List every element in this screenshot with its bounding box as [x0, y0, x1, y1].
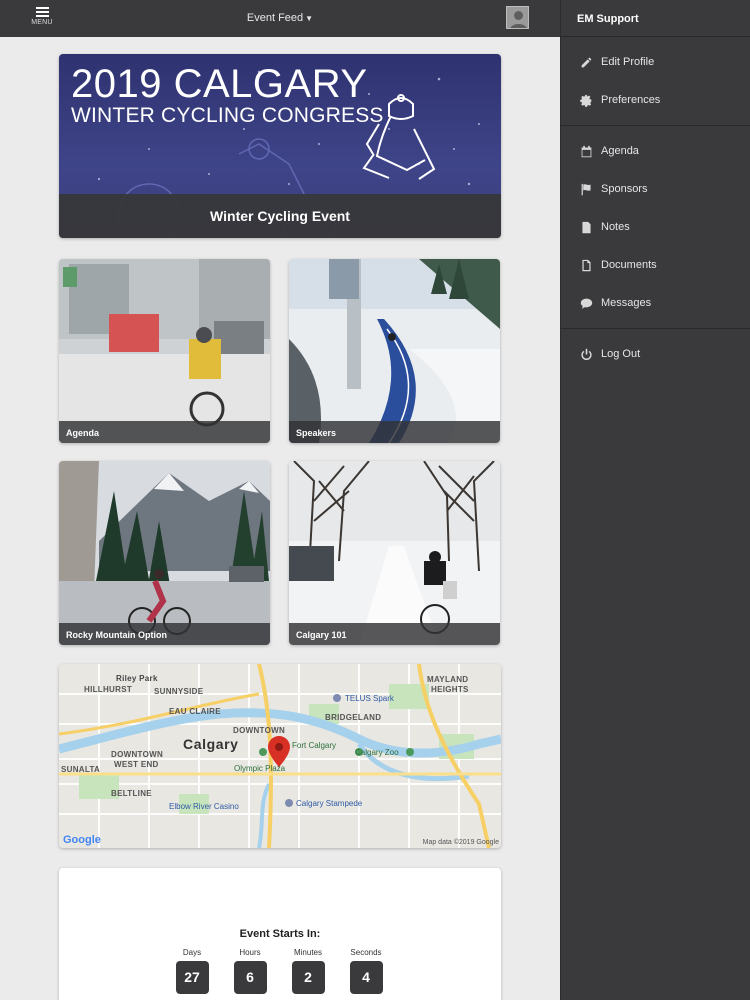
gear-icon: [579, 93, 593, 107]
map-label: Riley Park: [116, 674, 158, 683]
sidebar-group-event: Agenda Sponsors Notes Documents Messages: [561, 126, 750, 329]
tile-rocky-mountain-option[interactable]: Rocky Mountain Option: [59, 461, 270, 645]
map-label: WEST END: [114, 760, 159, 769]
map-label: EAU CLAIRE: [169, 707, 221, 716]
sidebar-item-label: Agenda: [601, 145, 639, 157]
sidebar-item-label: Log Out: [601, 348, 641, 360]
map-city-label: Calgary: [183, 736, 239, 752]
map-label: BRIDGELAND: [325, 713, 382, 722]
event-feed-label: Event Feed: [246, 12, 304, 24]
countdown-value: 4: [349, 961, 383, 994]
sidebar-item-label: Sponsors: [601, 183, 648, 195]
countdown-seconds: Seconds 4: [346, 948, 386, 994]
countdown-unit-label: Days: [182, 948, 202, 957]
top-bar: MENU Event Feed ▼: [0, 0, 560, 37]
countdown-unit-label: Seconds: [350, 948, 382, 957]
countdown-value: 6: [233, 961, 267, 994]
event-location-map[interactable]: Riley Park HILLHURST SUNNYSIDE EAU CLAIR…: [59, 664, 501, 848]
event-banner[interactable]: 2019 CALGARY WINTER CYCLING CONGRESS Win…: [59, 54, 501, 238]
sidebar-group-profile: Edit Profile Preferences: [561, 37, 750, 126]
countdown-value: 2: [291, 961, 325, 994]
google-logo: Google: [63, 834, 101, 846]
sidebar-item-preferences[interactable]: Preferences: [561, 81, 750, 119]
countdown-value: 27: [175, 961, 209, 994]
map-poi: Calgary Zoo: [355, 748, 399, 757]
map-poi: TELUS Spark: [345, 694, 394, 703]
tile-agenda[interactable]: Agenda: [59, 259, 270, 443]
pencil-icon: [579, 55, 593, 69]
menu-button[interactable]: MENU: [30, 4, 54, 34]
caret-down-icon: ▼: [305, 14, 314, 23]
map-label: DOWNTOWN: [233, 726, 286, 735]
tile-speakers[interactable]: Speakers: [289, 259, 500, 443]
winter-bike-path-image: [289, 259, 500, 443]
snowy-street-image: [59, 259, 270, 443]
map-label: HILLHURST: [84, 685, 133, 694]
countdown-unit-label: Hours: [239, 948, 261, 957]
map-poi: Fort Calgary: [292, 741, 337, 750]
map-label: DOWNTOWN: [111, 750, 164, 759]
countdown-hours: Hours 6: [230, 948, 270, 994]
sidebar-item-notes[interactable]: Notes: [561, 208, 750, 246]
tile-caption: Calgary 101: [289, 623, 500, 645]
tile-calgary-101[interactable]: Calgary 101: [289, 461, 500, 645]
note-icon: [579, 220, 593, 234]
map-attribution: Map data ©2019 Google: [422, 839, 499, 846]
tile-caption: Speakers: [289, 421, 500, 443]
tile-caption: Agenda: [59, 421, 270, 443]
countdown-unit-label: Minutes: [293, 948, 322, 957]
banner-caption: Winter Cycling Event: [59, 194, 501, 238]
mountain-town-image: [59, 461, 270, 645]
avatar[interactable]: [506, 6, 529, 29]
flag-icon: [579, 182, 593, 196]
sidebar-item-label: Documents: [601, 259, 657, 271]
sidebar-item-agenda[interactable]: Agenda: [561, 132, 750, 170]
sidebar-item-edit-profile[interactable]: Edit Profile: [561, 43, 750, 81]
sidebar-item-label: Notes: [601, 221, 630, 233]
map-label: SUNNYSIDE: [154, 687, 204, 696]
hamburger-icon: [35, 7, 49, 17]
map-label: SUNALTA: [61, 765, 101, 774]
map-label: MAYLAND: [427, 675, 469, 684]
map-poi: Elbow River Casino: [169, 802, 239, 811]
menu-label: MENU: [31, 19, 53, 26]
banner-title-line-2: WINTER CYCLING CONGRESS: [71, 104, 384, 127]
snowy-avenue-image: [289, 461, 500, 645]
calendar-icon: [579, 144, 593, 158]
sidebar-item-sponsors[interactable]: Sponsors: [561, 170, 750, 208]
map-poi: Calgary Stampede: [296, 799, 363, 808]
event-feed-dropdown[interactable]: Event Feed ▼: [240, 12, 320, 24]
document-icon: [579, 258, 593, 272]
countdown-minutes: Minutes 2: [288, 948, 328, 994]
sidebar-item-label: Preferences: [601, 94, 661, 106]
sidebar-group-account: Log Out: [561, 329, 750, 379]
map-poi: Olympic Plaza: [234, 764, 286, 773]
countdown-card: Event Starts In: Days 27 Hours 6 Minutes…: [59, 868, 501, 1000]
sidebar-item-log-out[interactable]: Log Out: [561, 335, 750, 373]
tile-caption: Rocky Mountain Option: [59, 623, 270, 645]
countdown-title: Event Starts In:: [239, 928, 321, 940]
map-label: BELTLINE: [111, 789, 152, 798]
sidebar-item-documents[interactable]: Documents: [561, 246, 750, 284]
sidebar: EM Support Edit Profile Preferences Agen…: [560, 0, 750, 1000]
user-silhouette-icon: [507, 7, 528, 28]
sidebar-item-label: Messages: [601, 297, 652, 309]
power-icon: [579, 347, 593, 361]
sidebar-item-label: Edit Profile: [601, 56, 655, 68]
sidebar-item-messages[interactable]: Messages: [561, 284, 750, 322]
map-label: HEIGHTS: [431, 685, 469, 694]
chat-icon: [579, 296, 593, 310]
countdown-days: Days 27: [172, 948, 212, 994]
banner-title-line-1: 2019 CALGARY: [71, 62, 368, 106]
sidebar-header: EM Support: [561, 0, 750, 37]
